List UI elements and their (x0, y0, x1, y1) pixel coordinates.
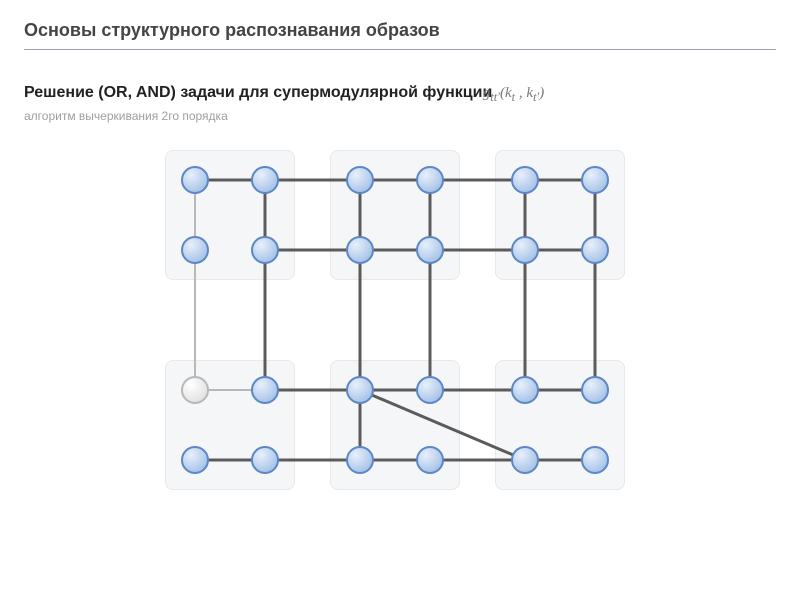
graph-node (512, 447, 538, 473)
caption: алгоритм вычеркивания 2го порядка (24, 109, 776, 123)
graph-node (512, 237, 538, 263)
formula: gtt′(kt , kt′) (483, 85, 544, 101)
graph-edge (360, 390, 525, 460)
header-rule (24, 49, 776, 50)
header: Основы структурного распознавания образо… (24, 20, 776, 58)
graph-node (582, 167, 608, 193)
graph-node (347, 167, 373, 193)
graph-node (512, 377, 538, 403)
graph-node (252, 377, 278, 403)
graph-node (582, 377, 608, 403)
slide: Основы структурного распознавания образо… (0, 0, 800, 600)
graph-node (347, 377, 373, 403)
graph-node (417, 167, 443, 193)
graph-node-disabled (182, 377, 208, 403)
graph-node (182, 447, 208, 473)
graph-node (417, 237, 443, 263)
graph-node (582, 237, 608, 263)
graph-node (252, 167, 278, 193)
graph-node (182, 237, 208, 263)
page-title: Основы структурного распознавания образо… (24, 20, 776, 41)
graph-node (252, 447, 278, 473)
graph-svg (155, 140, 635, 580)
diagram-canvas (155, 140, 635, 580)
graph-node (512, 167, 538, 193)
graph-node (252, 237, 278, 263)
graph-node (347, 237, 373, 263)
graph-node (347, 447, 373, 473)
graph-node (582, 447, 608, 473)
subtitle: Решение (OR, AND) задачи для супермодуля… (24, 84, 492, 101)
graph-node (417, 447, 443, 473)
subheader: Решение (OR, AND) задачи для супермодуля… (24, 84, 776, 123)
graph-node (182, 167, 208, 193)
graph-node (417, 377, 443, 403)
